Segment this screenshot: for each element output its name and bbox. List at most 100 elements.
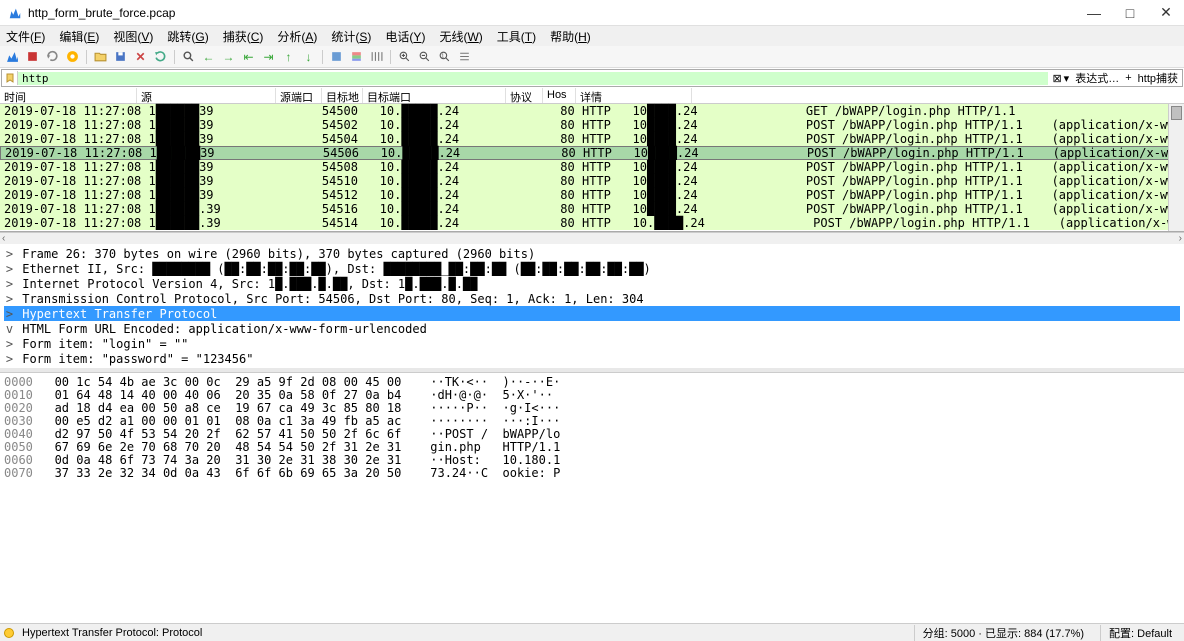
- restart-capture-icon[interactable]: [44, 48, 61, 65]
- hex-row[interactable]: 0050 67 69 6e 2e 70 68 70 20 48 54 54 50…: [4, 440, 1180, 453]
- display-filter-bar: ⊠ ▾ 表达式… + http捕获: [1, 69, 1183, 87]
- close-file-icon[interactable]: [132, 48, 149, 65]
- maximize-button[interactable]: □: [1120, 3, 1140, 23]
- detail-row[interactable]: > Ethernet II, Src: ████████ (██:██:██:█…: [4, 261, 1180, 276]
- hex-row[interactable]: 0000 00 1c 54 4b ae 3c 00 0c 29 a5 9f 2d…: [4, 375, 1180, 388]
- column-header[interactable]: 协议: [506, 88, 543, 103]
- detail-row[interactable]: > Hypertext Transfer Protocol: [4, 306, 1180, 321]
- prev-icon[interactable]: ←: [200, 48, 217, 65]
- packet-row[interactable]: 2019-07-18 11:27:08 1██████39 54510 10.█…: [0, 174, 1184, 188]
- menu-item-5[interactable]: 分析(A): [277, 28, 317, 45]
- options-icon[interactable]: [64, 48, 81, 65]
- packet-row[interactable]: 2019-07-18 11:27:08 1██████39 54512 10.█…: [0, 188, 1184, 202]
- expand-toggle-icon[interactable]: v: [4, 322, 15, 336]
- resize-columns-icon[interactable]: [368, 48, 385, 65]
- display-filter-input[interactable]: [18, 72, 1048, 85]
- packet-row[interactable]: 2019-07-18 11:27:08 1██████39 54504 10.█…: [0, 132, 1184, 146]
- wireshark-icon: [8, 6, 22, 20]
- hex-row[interactable]: 0030 00 e5 d2 a1 00 00 01 01 08 0a c1 3a…: [4, 414, 1180, 427]
- detail-row[interactable]: > Frame 26: 370 bytes on wire (2960 bits…: [4, 246, 1180, 261]
- detail-text: Transmission Control Protocol, Src Port:…: [15, 292, 644, 306]
- column-header[interactable]: 目标端口: [363, 88, 506, 103]
- clear-filter-icon[interactable]: ⊠: [1052, 72, 1061, 85]
- reload-icon[interactable]: [152, 48, 169, 65]
- jump-last-icon[interactable]: ⇥: [260, 48, 277, 65]
- detail-text: Hypertext Transfer Protocol: [15, 307, 217, 321]
- column-header[interactable]: 时间: [0, 88, 137, 103]
- statusbar: Hypertext Transfer Protocol: Protocol 分组…: [0, 623, 1184, 641]
- detail-text: HTML Form URL Encoded: application/x-www…: [15, 322, 427, 336]
- window-title: http_form_brute_force.pcap: [28, 6, 1084, 20]
- http-capture-label[interactable]: http捕获: [1138, 70, 1178, 86]
- expression-button[interactable]: 表达式…: [1075, 70, 1119, 86]
- svg-text:1: 1: [441, 54, 444, 60]
- column-header[interactable]: 源: [137, 88, 276, 103]
- expand-toggle-icon[interactable]: >: [4, 262, 15, 276]
- menu-item-3[interactable]: 跳转(G): [167, 28, 208, 45]
- expert-info-icon[interactable]: [4, 628, 14, 638]
- find-icon[interactable]: [180, 48, 197, 65]
- packet-bytes-pane: 0000 00 1c 54 4b ae 3c 00 0c 29 a5 9f 2d…: [0, 372, 1184, 477]
- menu-item-0[interactable]: 文件(F): [6, 28, 45, 45]
- column-header[interactable]: Hos: [543, 88, 576, 103]
- detail-row[interactable]: v HTML Form URL Encoded: application/x-w…: [4, 321, 1180, 336]
- go-up-icon[interactable]: ↑: [280, 48, 297, 65]
- packet-list-hscroll[interactable]: ‹›: [0, 232, 1184, 244]
- hex-row[interactable]: 0070 37 33 2e 32 34 0d 0a 43 6f 6f 6b 69…: [4, 466, 1180, 477]
- save-file-icon[interactable]: [112, 48, 129, 65]
- apply-filter-icon[interactable]: ▾: [1064, 72, 1070, 85]
- expand-toggle-icon[interactable]: >: [4, 352, 15, 366]
- expand-toggle-icon[interactable]: >: [4, 277, 15, 291]
- bookmark-filter-icon[interactable]: [2, 71, 18, 85]
- autoscroll-icon[interactable]: [328, 48, 345, 65]
- expand-toggle-icon[interactable]: >: [4, 292, 15, 306]
- detail-row[interactable]: > Internet Protocol Version 4, Src: 1█.█…: [4, 276, 1180, 291]
- packet-row[interactable]: 2019-07-18 11:27:08 1██████39 54502 10.█…: [0, 118, 1184, 132]
- hex-row[interactable]: 0010 01 64 48 14 40 00 40 06 20 35 0a 58…: [4, 388, 1180, 401]
- open-file-icon[interactable]: [92, 48, 109, 65]
- resize-all-icon[interactable]: [456, 48, 473, 65]
- menu-item-4[interactable]: 捕获(C): [223, 28, 264, 45]
- menu-item-6[interactable]: 统计(S): [331, 28, 371, 45]
- go-down-icon[interactable]: ↓: [300, 48, 317, 65]
- stop-capture-icon[interactable]: [24, 48, 41, 65]
- hex-row[interactable]: 0060 0d 0a 48 6f 73 74 3a 20 31 30 2e 31…: [4, 453, 1180, 466]
- column-header[interactable]: 源端口: [276, 88, 322, 103]
- expand-toggle-icon[interactable]: >: [4, 247, 15, 261]
- detail-row[interactable]: > Transmission Control Protocol, Src Por…: [4, 291, 1180, 306]
- packet-row[interactable]: 2019-07-18 11:27:08 1██████.39 54516 10.…: [0, 202, 1184, 216]
- packet-row[interactable]: 2019-07-18 11:27:08 1██████39 54508 10.█…: [0, 160, 1184, 174]
- hex-row[interactable]: 0020 ad 18 d4 ea 00 50 a8 ce 19 67 ca 49…: [4, 401, 1180, 414]
- status-profile[interactable]: 配置: Default: [1100, 625, 1180, 641]
- menu-item-8[interactable]: 无线(W): [439, 28, 482, 45]
- menu-item-1[interactable]: 编辑(E): [59, 28, 99, 45]
- menu-item-9[interactable]: 工具(T): [497, 28, 536, 45]
- menu-item-2[interactable]: 视图(V): [113, 28, 153, 45]
- packet-details-pane: > Frame 26: 370 bytes on wire (2960 bits…: [0, 244, 1184, 372]
- column-header[interactable]: 详情: [576, 88, 692, 103]
- column-header[interactable]: 目标地: [322, 88, 363, 103]
- zoom-in-icon[interactable]: [396, 48, 413, 65]
- detail-row[interactable]: > Form item: "login" = "": [4, 336, 1180, 351]
- packet-row[interactable]: 2019-07-18 11:27:08 1██████.39 54514 10.…: [0, 216, 1184, 230]
- colorize-icon[interactable]: [348, 48, 365, 65]
- packet-row[interactable]: 2019-07-18 11:27:08 1██████39 54500 10.█…: [0, 104, 1184, 118]
- menu-item-7[interactable]: 电话(Y): [385, 28, 425, 45]
- start-capture-icon[interactable]: [4, 48, 21, 65]
- packet-list-headers: 时间源源端口目标地目标端口协议Hos详情: [0, 88, 1184, 104]
- add-filter-button[interactable]: +: [1125, 72, 1131, 84]
- detail-text: Internet Protocol Version 4, Src: 1█.███…: [15, 277, 477, 291]
- hex-row[interactable]: 0040 d2 97 50 4f 53 54 20 2f 62 57 41 50…: [4, 427, 1180, 440]
- zoom-out-icon[interactable]: [416, 48, 433, 65]
- packet-row[interactable]: 2019-07-18 11:27:08 1██████39 54506 10.█…: [0, 146, 1184, 160]
- minimize-button[interactable]: —: [1084, 3, 1104, 23]
- next-icon[interactable]: →: [220, 48, 237, 65]
- detail-row[interactable]: > Form item: "password" = "123456": [4, 351, 1180, 366]
- zoom-reset-icon[interactable]: 1: [436, 48, 453, 65]
- jump-first-icon[interactable]: ⇤: [240, 48, 257, 65]
- close-button[interactable]: ✕: [1156, 3, 1176, 23]
- expand-toggle-icon[interactable]: >: [4, 337, 15, 351]
- menu-item-10[interactable]: 帮助(H): [550, 28, 591, 45]
- packet-list-scrollbar[interactable]: [1168, 104, 1184, 231]
- expand-toggle-icon[interactable]: >: [4, 307, 15, 321]
